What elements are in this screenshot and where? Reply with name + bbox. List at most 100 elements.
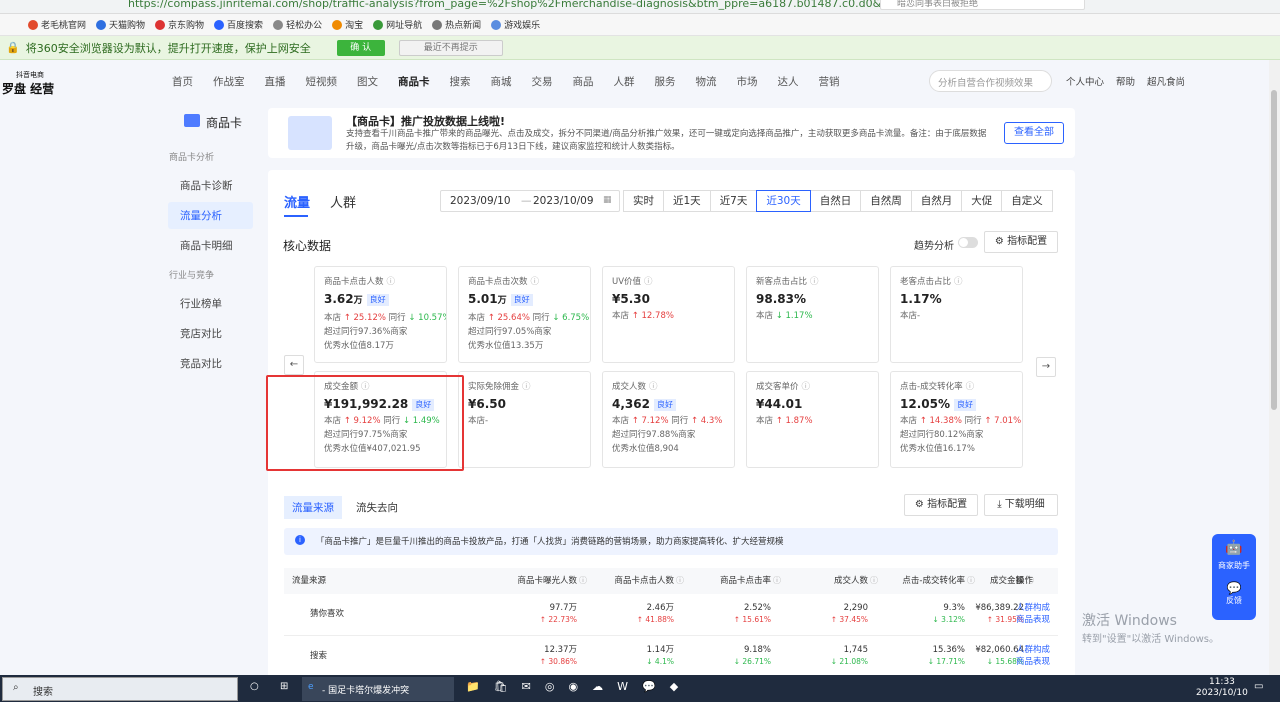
bookmark-item[interactable]: 百度搜索 (214, 18, 263, 31)
source-config-button[interactable]: ⚙ 指标配置 (904, 494, 978, 516)
nav-item[interactable]: 物流 (696, 74, 717, 89)
taskbar-search[interactable]: ⌕ 搜索 (2, 677, 238, 701)
nav-item[interactable]: 搜索 (450, 74, 471, 89)
range-button[interactable]: 自定义 (1001, 190, 1053, 212)
sidebar-item-traffic[interactable]: 流量分析 (168, 202, 253, 229)
widgets-icon[interactable]: ⊞ (280, 681, 288, 692)
bookmark-item[interactable]: 轻松办公 (273, 18, 322, 31)
prev-arrow-icon[interactable]: ← (284, 355, 304, 375)
nav-item[interactable]: 交易 (532, 74, 553, 89)
confirm-button[interactable]: 确 认 (336, 39, 385, 56)
metric-card[interactable]: 新客点击占比 ⓘ 98.83% 本店 ↓ 1.17% (746, 266, 879, 363)
nav-item[interactable]: 服务 (655, 74, 676, 89)
range-button[interactable]: 近7天 (709, 190, 758, 212)
sidebar-item-detail[interactable]: 商品卡明细 (180, 238, 233, 253)
range-button[interactable]: 实时 (623, 190, 664, 212)
compass-logo[interactable]: 抖音电商 罗盘 经营 (2, 70, 54, 97)
dont-remind-button[interactable]: 最近不再提示 (398, 39, 503, 56)
metric-card[interactable]: 成交客单价 ⓘ ¥44.01 本店 ↑ 1.87% (746, 371, 879, 468)
sidebar-item-diagnosis[interactable]: 商品卡诊断 (180, 178, 233, 193)
nav-item[interactable]: 图文 (357, 74, 378, 89)
nav-item[interactable]: 达人 (778, 74, 799, 89)
action-audience-link[interactable]: 人群构成 (1016, 602, 1050, 614)
range-button[interactable]: 自然日 (809, 190, 862, 212)
metric-card[interactable]: 成交人数 ⓘ 4,362 良好 本店 ↑ 7.12% 同行 ↑ 4.3% 超过同行97.8… (602, 371, 735, 468)
page-scrollbar[interactable] (1269, 60, 1280, 675)
nav-item[interactable]: 营销 (819, 74, 840, 89)
merchant-assistant-widget[interactable]: 🤖 商家助手 💬 反馈 (1212, 534, 1256, 620)
metric-card[interactable]: 商品卡点击人数 ⓘ 3.62万 良好 本店 ↑ 25.12% 同行 ↓ 10.57% 超过… (314, 266, 447, 363)
compare-peer-label: 同行 (668, 416, 691, 426)
bookmark-item[interactable]: 京东购物 (155, 18, 204, 31)
metric-card[interactable]: 商品卡点击次数 ⓘ 5.01万 良好 本店 ↑ 25.64% 同行 ↓ 6.75% 超过同… (458, 266, 591, 363)
metric-card[interactable]: 实际免除佣金 ⓘ ¥6.50 本店- (458, 371, 591, 468)
column-header: 操作 (1016, 576, 1034, 586)
notification-icon[interactable]: ▭ (1254, 681, 1263, 692)
personal-center-link[interactable]: 个人中心 (1066, 74, 1104, 88)
360-browser-icon[interactable]: ◉ (569, 680, 579, 693)
source-name[interactable]: 搜索 (310, 650, 327, 662)
nav-item[interactable]: 直播 (265, 74, 286, 89)
url-text[interactable]: https://compass.jinritemai.com/shop/traf… (128, 0, 950, 10)
tab-audience[interactable]: 人群 (330, 192, 356, 211)
bookmark-item[interactable]: 热点新闻 (432, 18, 481, 31)
task-view-icon[interactable]: ○ (250, 681, 259, 692)
date-range-picker[interactable]: 2023/09/10 — 2023/10/09 ▦ (440, 190, 620, 212)
nav-search-input[interactable]: 分析自营合作视频效果 (929, 70, 1052, 92)
range-button[interactable]: 自然月 (910, 190, 963, 212)
browser-icon[interactable]: ◎ (545, 680, 555, 693)
mail-icon[interactable]: ✉ (522, 680, 531, 693)
help-link[interactable]: 帮助 (1116, 74, 1135, 88)
next-arrow-icon[interactable]: → (1036, 357, 1056, 377)
nav-item[interactable]: 商城 (491, 74, 512, 89)
taskbar-browser-task[interactable]: e - 国足卡塔尔爆发冲突 (302, 677, 454, 701)
nav-item[interactable]: 作战室 (213, 74, 245, 89)
column-header[interactable]: 商品卡曝光人数 (517, 575, 577, 587)
metric-card[interactable]: 点击-成交转化率 ⓘ 12.05% 良好 本店 ↑ 14.38% 同行 ↑ 7.01% 超… (890, 371, 1023, 468)
metric-config-button[interactable]: ⚙ 指标配置 (984, 231, 1058, 253)
store-icon[interactable]: 🛍 (494, 680, 508, 693)
wechat-icon[interactable]: 💬 (642, 680, 656, 693)
bookmark-item[interactable]: 天猫购物 (96, 18, 145, 31)
bookmark-item[interactable]: 网址导航 (373, 18, 422, 31)
tab-traffic-loss[interactable]: 流失去向 (348, 496, 406, 519)
word-icon[interactable]: W (617, 680, 628, 693)
sidebar-item-product-compare[interactable]: 竞品对比 (180, 356, 222, 371)
folder-icon[interactable]: 📁 (466, 680, 480, 693)
sidebar-item-shop-compare[interactable]: 竞店对比 (180, 326, 222, 341)
range-button[interactable]: 近1天 (663, 190, 711, 212)
tab-traffic-source[interactable]: 流量来源 (284, 496, 342, 519)
action-audience-link[interactable]: 人群构成 (1016, 644, 1050, 656)
nav-item[interactable]: 商品卡 (398, 74, 430, 89)
action-product-link[interactable]: 商品表现 (1016, 614, 1050, 626)
nav-item[interactable]: 首页 (172, 74, 193, 89)
bookmark-item[interactable]: 淘宝 (332, 18, 363, 31)
shop-name[interactable]: 超凡食尚 (1147, 74, 1185, 88)
range-button[interactable]: 大促 (961, 190, 1003, 212)
taskbar-clock[interactable]: 11:33 2023/10/10 (1196, 677, 1248, 699)
address-bar[interactable]: https://compass.jinritemai.com/shop/traf… (0, 0, 1280, 14)
metric-card[interactable]: 老客点击占比 ⓘ 1.17% 本店- (890, 266, 1023, 363)
action-product-link[interactable]: 商品表现 (1016, 656, 1050, 668)
bookmark-item[interactable]: 游戏娱乐 (491, 18, 540, 31)
nav-item[interactable]: 市场 (737, 74, 758, 89)
range-button[interactable]: 近30天 (756, 190, 811, 212)
nav-item[interactable]: 商品 (573, 74, 594, 89)
bookmark-item[interactable]: 老毛桃官网 (28, 18, 86, 31)
download-button[interactable]: ⤓ 下载明细 (984, 494, 1058, 516)
column-header: 流量来源 (292, 576, 327, 586)
tab-traffic[interactable]: 流量 (284, 192, 310, 217)
view-all-button[interactable]: 查看全部 (1004, 122, 1064, 144)
trend-toggle[interactable] (958, 237, 978, 248)
nav-item[interactable]: 人群 (614, 74, 635, 89)
metric-card[interactable]: UV价值 ⓘ ¥5.30 本店 ↑ 12.78% (602, 266, 735, 363)
feishu-icon[interactable]: ◆ (670, 680, 678, 693)
bookmark-icon (273, 20, 284, 30)
browser-search-box[interactable]: 暗恋同事表白被拒绝 (880, 0, 1085, 10)
range-button[interactable]: 自然周 (860, 190, 912, 212)
nav-item[interactable]: 短视频 (306, 74, 338, 89)
sidebar-item-rank[interactable]: 行业榜单 (180, 296, 222, 311)
scroll-thumb[interactable] (1271, 90, 1277, 410)
source-name[interactable]: 猜你喜欢 (310, 608, 344, 620)
onedrive-icon[interactable]: ☁ (592, 680, 603, 693)
